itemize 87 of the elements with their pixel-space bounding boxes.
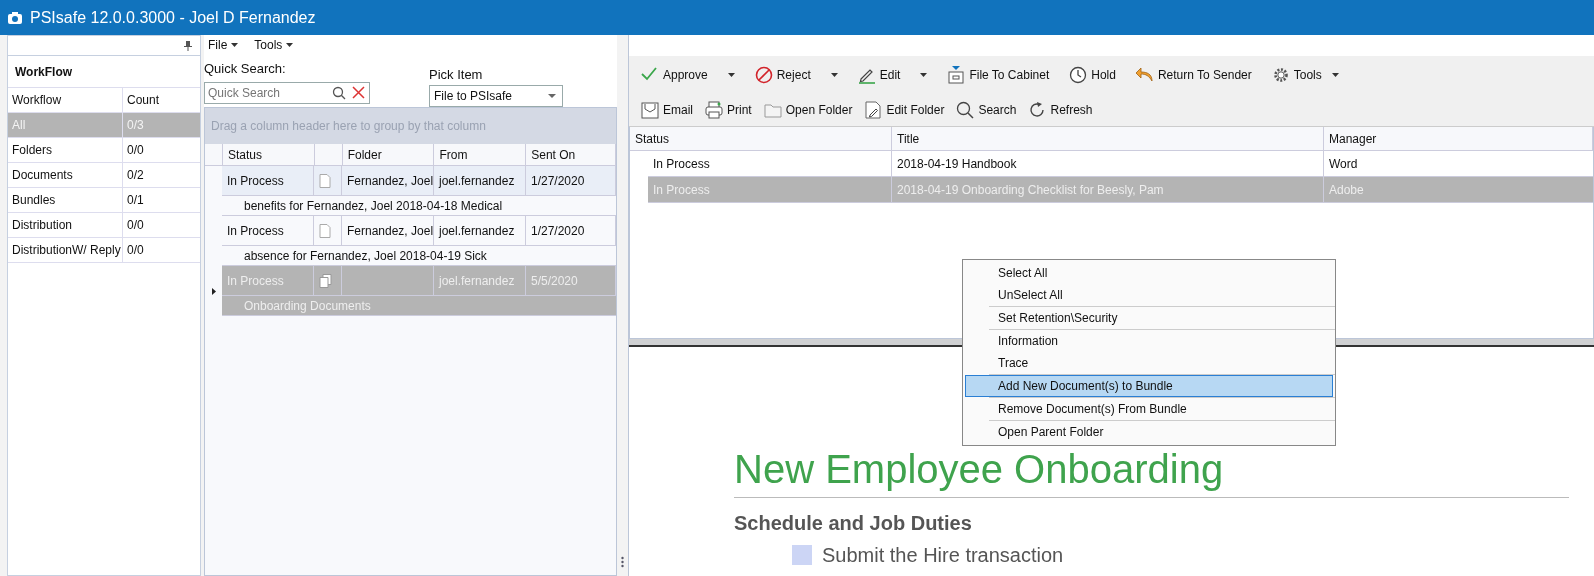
panel-title: WorkFlow <box>15 63 73 81</box>
checklist-item: Submit the Hire transaction <box>822 543 1064 568</box>
table-cell: 1/27/2020 <box>526 216 616 246</box>
column-header[interactable]: Sent On <box>526 144 616 166</box>
grip-icon[interactable] <box>621 556 624 568</box>
table-cell: In Process <box>222 166 314 196</box>
caret-icon <box>548 93 556 98</box>
table-cell: joel.fernandez <box>434 266 526 296</box>
menu-item[interactable]: Tools <box>254 36 294 54</box>
cabinet-icon <box>947 66 966 84</box>
table-cell: joel.fernandez <box>434 216 526 246</box>
document-edit-icon <box>864 101 883 119</box>
checkbox[interactable] <box>792 545 812 565</box>
menu-item[interactable]: Select All <box>965 262 1333 284</box>
toolbar-button[interactable]: Refresh <box>1024 99 1097 121</box>
column-header[interactable]: From <box>434 144 527 166</box>
menu-item[interactable]: Set Retention\Security <box>965 307 1333 329</box>
window-title: PSIsafe 12.0.0.3000 - Joel D Fernandez <box>30 7 316 28</box>
gear-icon <box>1271 66 1290 84</box>
toolbar-button[interactable]: Tools <box>1267 64 1343 86</box>
column-header[interactable]: Manager <box>1324 127 1593 150</box>
column-header[interactable]: Count <box>123 91 160 109</box>
document-icon <box>319 223 331 238</box>
caret-icon <box>286 43 294 47</box>
envelope-icon <box>641 101 659 119</box>
toolbar-button[interactable]: Edit Folder <box>860 99 949 121</box>
refresh-icon <box>1028 101 1047 119</box>
menu-item[interactable]: File <box>208 36 239 54</box>
menu-item[interactable]: Open Parent Folder <box>965 421 1333 443</box>
row-description: Onboarding Documents <box>244 297 371 315</box>
search-icon <box>956 101 975 119</box>
toolbar-button[interactable]: Open Folder <box>759 99 857 121</box>
table-cell: In Process <box>648 151 892 176</box>
pin-icon[interactable] <box>184 40 192 51</box>
documents-icon <box>319 273 332 288</box>
caret-icon <box>231 43 239 47</box>
column-header[interactable]: Workflow <box>8 88 123 112</box>
search-field[interactable]: Quick Search <box>204 81 370 104</box>
toolbar-button[interactable]: Print <box>701 99 756 121</box>
toolbar-button[interactable]: Reject <box>750 64 842 86</box>
document-icon <box>319 173 331 188</box>
table-cell: In Process <box>222 216 314 246</box>
table-cell: 2018-04-19 Handbook <box>892 151 1324 176</box>
menu-item[interactable]: Trace <box>965 352 1333 374</box>
document-heading: New Employee Onboarding <box>734 447 1569 498</box>
menu-item[interactable]: Information <box>965 330 1333 352</box>
prohibited-icon <box>754 66 773 84</box>
column-header[interactable]: Status <box>222 144 315 166</box>
workflow-row[interactable]: Documents 0/2 <box>8 163 200 188</box>
table-cell: Fernandez, Joel <box>342 166 434 196</box>
toolbar-button[interactable]: Email <box>637 99 697 121</box>
workflow-row[interactable]: Folders 0/0 <box>8 138 200 163</box>
pick-item-label: Pick Item <box>429 66 484 84</box>
printer-icon <box>705 101 723 119</box>
clock-icon <box>1069 66 1088 84</box>
clear-icon[interactable] <box>352 85 365 99</box>
search-label: Quick Search: <box>204 60 287 78</box>
table-cell: 1/27/2020 <box>526 166 616 196</box>
table-cell: In Process <box>222 266 314 296</box>
column-header[interactable]: Status <box>630 127 892 150</box>
toolbar-button[interactable]: Hold <box>1065 64 1120 86</box>
row-description: benefits for Fernandez, Joel 2018-04-18 Medical <box>244 197 503 215</box>
toolbar-button[interactable]: File To Cabinet <box>943 64 1054 86</box>
menu-item[interactable]: UnSelect All <box>965 284 1333 306</box>
workflow-row[interactable]: Distribution 0/0 <box>8 213 200 238</box>
camera-icon <box>8 11 22 24</box>
toolbar-button[interactable]: Edit <box>853 64 932 86</box>
folder-icon <box>763 101 782 119</box>
row-description: absence for Fernandez, Joel 2018-04-19 Sick <box>244 247 487 265</box>
document-subheading: Schedule and Job Duties <box>734 511 973 536</box>
table-cell: joel.fernandez <box>434 166 526 196</box>
workflow-row[interactable]: Bundles 0/1 <box>8 188 200 213</box>
toolbar-button[interactable]: Return To Sender <box>1131 64 1256 86</box>
search-icon[interactable] <box>332 85 346 100</box>
column-header[interactable]: Folder <box>342 144 435 166</box>
menu-item[interactable]: Remove Document(s) From Bundle <box>965 398 1333 420</box>
table-cell-text: Word <box>1328 155 1359 173</box>
workflow-row[interactable]: DistributionW/ Reply 0/0 <box>8 238 200 263</box>
toolbar-button[interactable]: Approve <box>637 64 739 86</box>
pick-item-dropdown[interactable]: File to PSIsafe <box>429 84 563 107</box>
column-header[interactable]: Title <box>892 127 1324 150</box>
current-row-icon <box>211 287 216 295</box>
toolbar-button[interactable]: Search <box>952 99 1021 121</box>
menu-item[interactable]: Add New Document(s) to Bundle <box>965 375 1333 397</box>
table-cell: Fernandez, Joel <box>342 216 434 246</box>
table-cell: 5/5/2020 <box>526 266 616 296</box>
return-arrow-icon <box>1135 66 1154 84</box>
